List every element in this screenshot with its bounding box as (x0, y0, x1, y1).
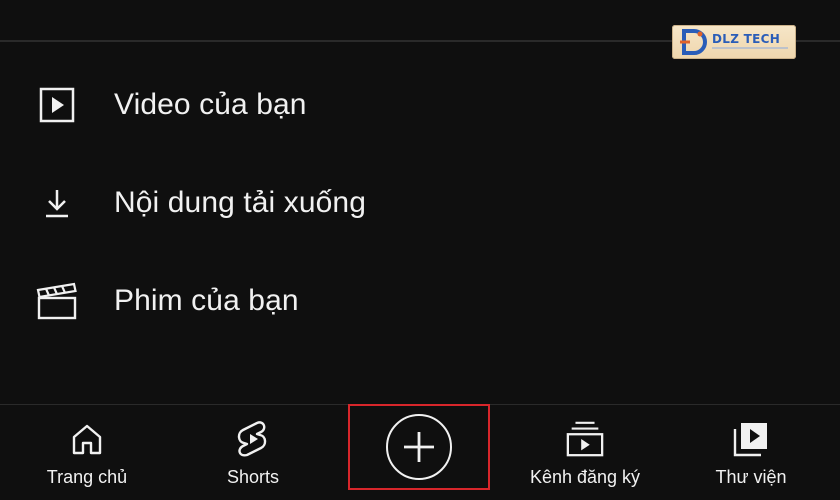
download-icon (36, 182, 78, 224)
nav-item-subscriptions[interactable]: Kênh đăng ký (510, 405, 660, 500)
nav-item-library[interactable]: Thư viện (676, 405, 826, 500)
nav-label: Shorts (226, 467, 280, 487)
watermark-brand: DLZ TECH (712, 32, 781, 46)
subscriptions-icon (565, 419, 605, 459)
watermark-logo: DLZ TECH (672, 25, 796, 59)
menu-item-downloads[interactable]: Nội dung tải xuống (0, 154, 840, 252)
nav-item-shorts[interactable]: Shorts (178, 405, 328, 500)
nav-label: Kênh đăng ký (529, 467, 641, 487)
nav-label: Trang chủ (46, 467, 128, 487)
watermark-tagline (712, 47, 788, 49)
menu-item-label: Phim của bạn (114, 284, 299, 317)
menu-item-your-videos[interactable]: Video của bạn (0, 56, 840, 154)
menu-item-label: Nội dung tải xuống (114, 186, 366, 219)
dlz-logo-icon (680, 29, 707, 55)
create-button[interactable] (386, 414, 452, 480)
menu-item-label: Video của bạn (114, 88, 307, 121)
library-icon (731, 419, 771, 459)
create-plus-icon (404, 432, 434, 462)
nav-item-home[interactable]: Trang chủ (12, 405, 162, 500)
shorts-icon (233, 419, 273, 459)
nav-label: Thư viện (715, 467, 787, 487)
menu-item-your-movies[interactable]: Phim của bạn (0, 252, 840, 350)
home-icon (67, 419, 107, 459)
play-box-icon (36, 84, 78, 126)
clapperboard-icon (36, 280, 78, 322)
